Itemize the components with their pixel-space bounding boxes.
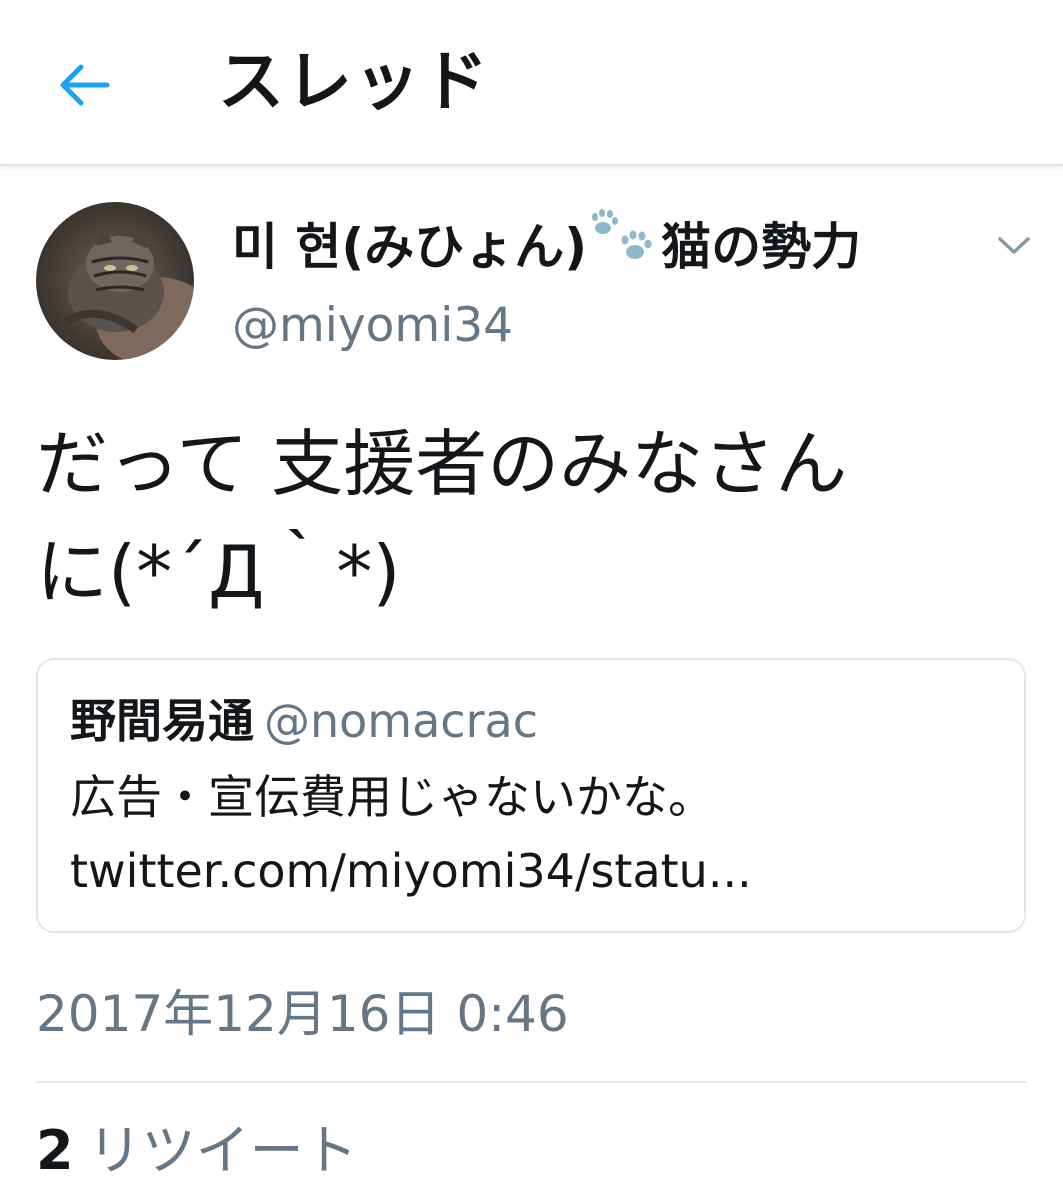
quoted-author-name: 野間易通 xyxy=(70,694,254,748)
display-name-text: 미 현(みひょん) xyxy=(232,218,588,276)
paw-prints-icon xyxy=(589,208,659,286)
quoted-author-handle: @nomacrac xyxy=(264,694,538,748)
avatar[interactable] xyxy=(36,202,194,360)
display-name-suffix: 猫の勢力 xyxy=(661,218,862,276)
more-options-button[interactable] xyxy=(990,222,1038,270)
tweet-text-line: に(*´Д｀*) xyxy=(36,530,401,614)
page-title: スレッド xyxy=(218,43,490,120)
quoted-tweet-card[interactable]: 野間易通 @nomacrac 広告・宣伝費用じゃないかな。 twitter.com… xyxy=(36,658,1026,933)
divider xyxy=(36,1081,1026,1083)
display-name[interactable]: 미 현(みひょん) 猫の勢力 xyxy=(232,209,862,282)
top-app-bar: スレッド xyxy=(0,0,1063,166)
tweet-text: だって 支援者のみなさん に(*´Д｀*) xyxy=(36,410,1036,626)
back-button[interactable] xyxy=(48,50,118,120)
retweet-count-link[interactable]: 2 リツイート xyxy=(36,1118,358,1184)
back-arrow-icon xyxy=(60,64,110,106)
user-handle[interactable]: @miyomi34 xyxy=(232,296,513,356)
retweet-count: 2 xyxy=(36,1119,74,1182)
tweet-text-line: だって 支援者のみなさん xyxy=(36,422,848,506)
chevron-down-icon xyxy=(998,237,1030,254)
tweet-timestamp: 2017年12月16日 0:46 xyxy=(36,985,569,1043)
retweet-label: リツイート xyxy=(87,1119,358,1182)
quoted-tweet-header: 野間易通 @nomacrac xyxy=(70,690,538,752)
cat-avatar-image xyxy=(36,202,194,360)
quoted-tweet-text: 広告・宣伝費用じゃないかな。 xyxy=(70,770,714,824)
quoted-tweet-link: twitter.com/miyomi34/statu... xyxy=(70,844,752,898)
